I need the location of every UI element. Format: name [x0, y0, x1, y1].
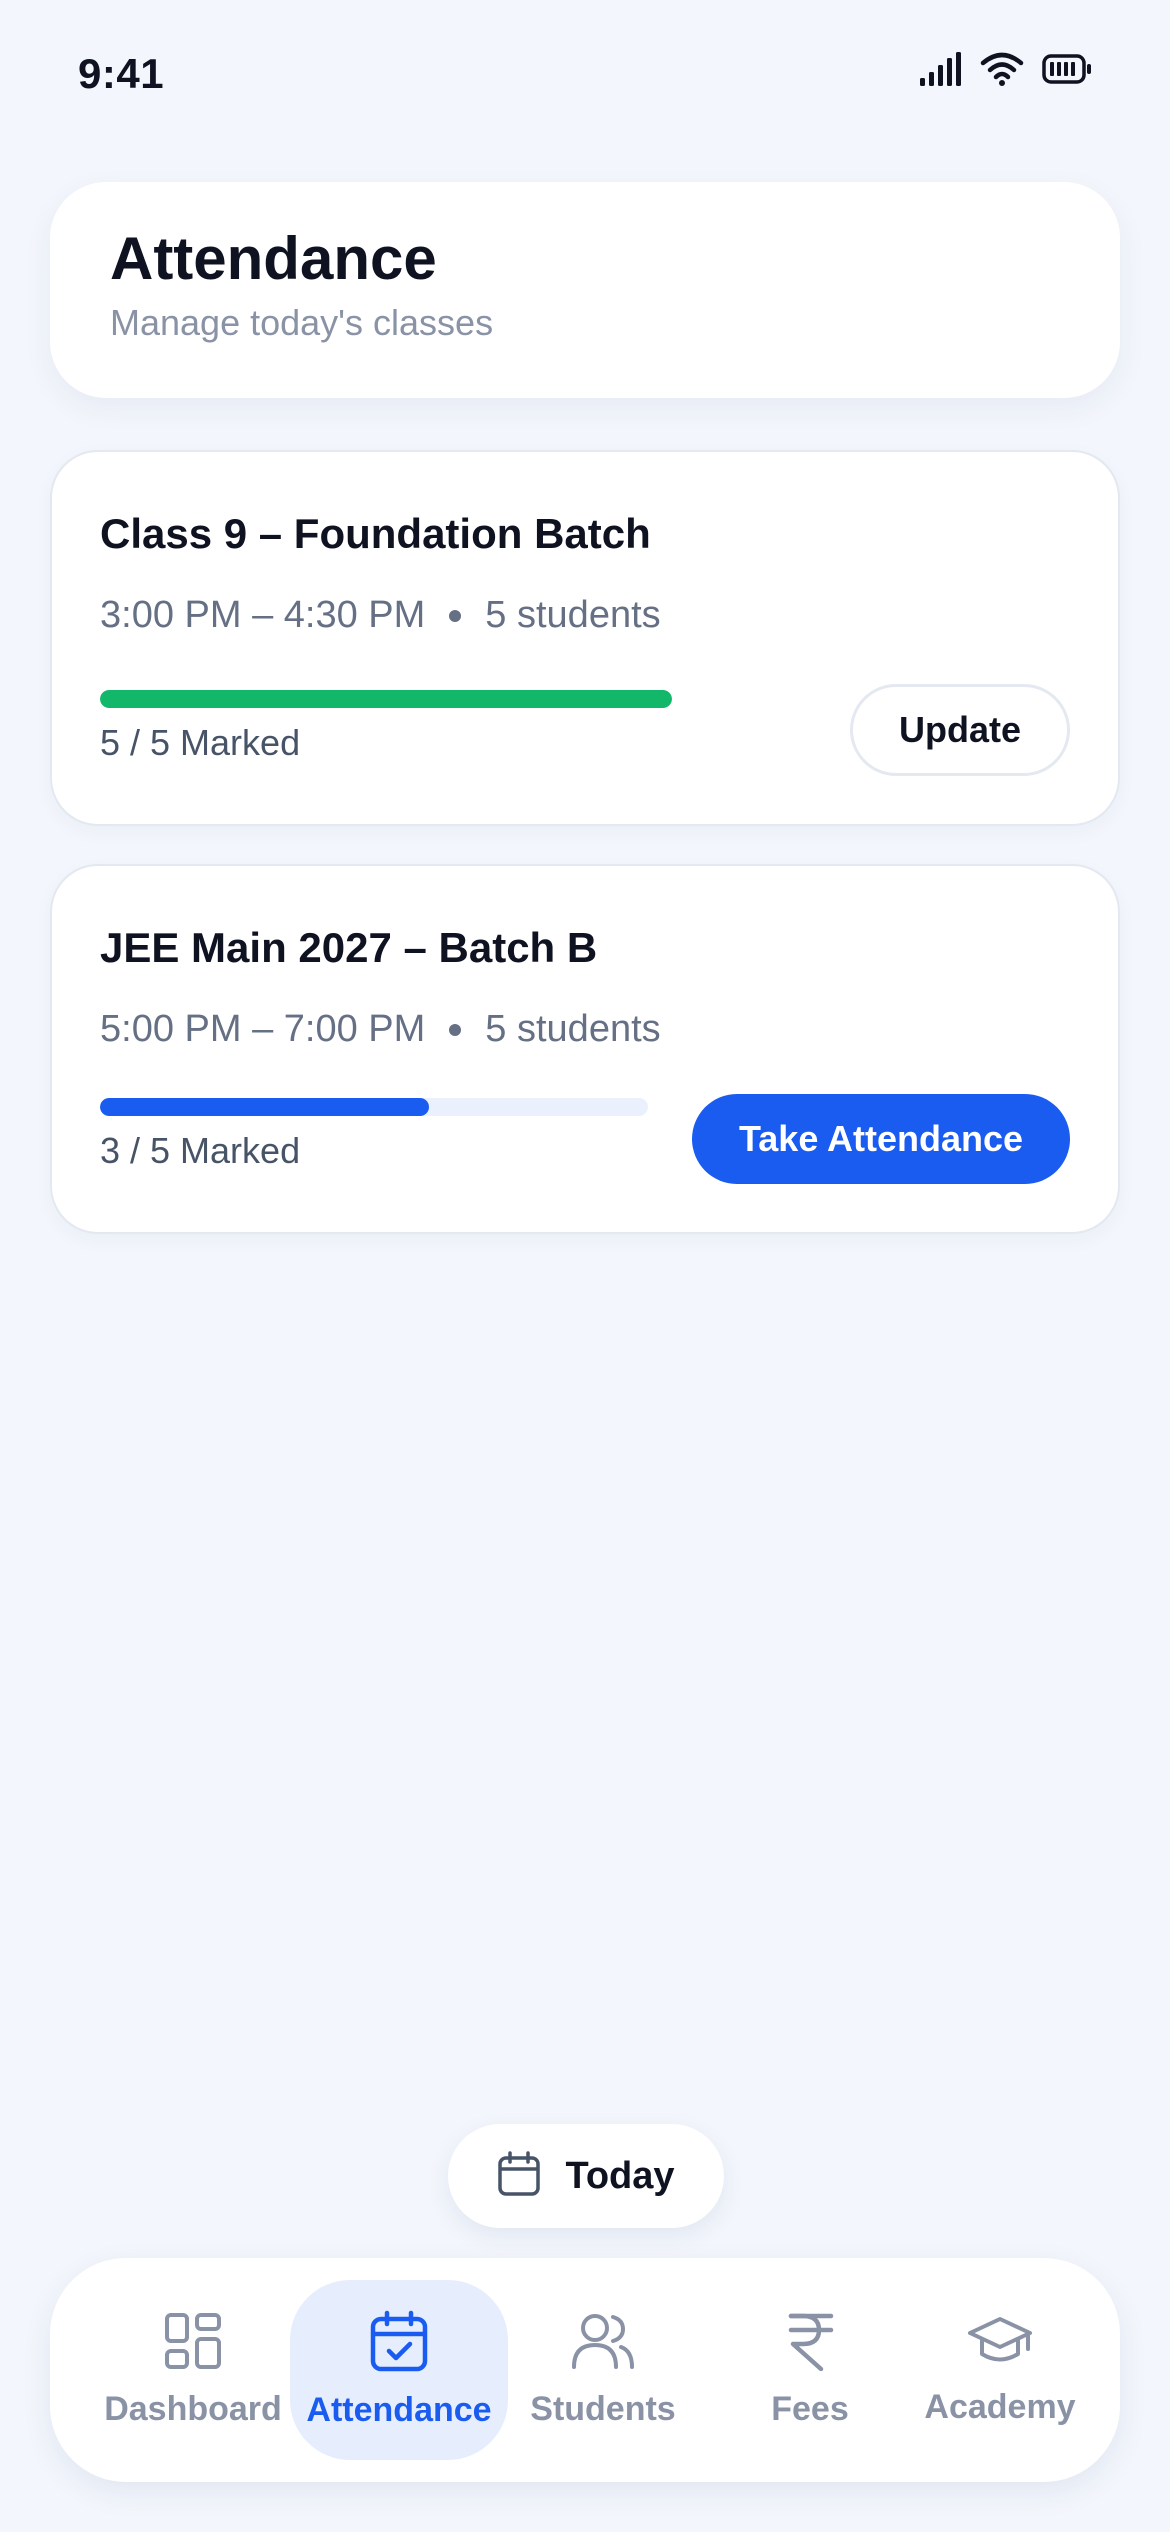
today-button[interactable]: Today — [448, 2124, 724, 2228]
nav-label: Academy — [924, 2388, 1076, 2426]
calendar-icon — [497, 2150, 541, 2202]
status-icons — [918, 52, 1092, 86]
class-student-count: 5 students — [485, 594, 661, 636]
rupee-icon — [785, 2311, 835, 2376]
wifi-icon — [980, 52, 1024, 86]
class-time: 5:00 PM – 7:00 PM — [100, 1008, 426, 1050]
class-card[interactable]: JEE Main 2027 – Batch B 5:00 PM – 7:00 P… — [50, 864, 1120, 1234]
marked-count: 5 / 5 Marked — [100, 722, 301, 763]
class-card[interactable]: Class 9 – Foundation Batch 3:00 PM – 4:3… — [50, 450, 1120, 826]
class-meta: 3:00 PM – 4:30 PM 5 students — [100, 594, 661, 637]
page-subtitle: Manage today's classes — [110, 302, 494, 343]
nav-item-students[interactable]: Students — [502, 2280, 704, 2460]
nav-label: Attendance — [306, 2391, 492, 2429]
attendance-progress-bar — [100, 1098, 648, 1116]
separator-dot-icon — [449, 1023, 462, 1036]
graduation-cap-icon — [968, 2313, 1032, 2374]
class-title: Class 9 – Foundation Batch — [100, 510, 651, 557]
grid-icon — [163, 2311, 223, 2376]
nav-item-dashboard[interactable]: Dashboard — [84, 2280, 302, 2460]
bottom-nav: Dashboard Attendance Students Fees Acade… — [50, 2258, 1120, 2482]
separator-dot-icon — [449, 609, 462, 622]
nav-item-fees[interactable]: Fees — [722, 2280, 898, 2460]
today-label: Today — [565, 2154, 675, 2197]
nav-item-academy[interactable]: Academy — [902, 2280, 1098, 2460]
battery-icon — [1042, 54, 1092, 84]
attendance-progress-bar — [100, 690, 672, 708]
attendance-progress-fill — [100, 1098, 429, 1116]
calendar-check-icon — [369, 2310, 429, 2377]
nav-label: Fees — [771, 2390, 849, 2428]
take-attendance-button[interactable]: Take Attendance — [692, 1094, 1070, 1184]
class-student-count: 5 students — [485, 1008, 661, 1050]
nav-label: Dashboard — [104, 2390, 282, 2428]
header-card: Attendance Manage today's classes — [50, 182, 1120, 398]
page-title: Attendance — [110, 225, 437, 292]
class-title: JEE Main 2027 – Batch B — [100, 924, 598, 971]
class-meta: 5:00 PM – 7:00 PM 5 students — [100, 1008, 661, 1051]
cellular-signal-icon — [918, 52, 962, 86]
nav-label: Students — [530, 2390, 676, 2428]
marked-count: 3 / 5 Marked — [100, 1130, 301, 1171]
nav-item-attendance[interactable]: Attendance — [290, 2280, 508, 2460]
status-bar: 9:41 — [0, 0, 1170, 150]
class-time: 3:00 PM – 4:30 PM — [100, 594, 426, 636]
update-button[interactable]: Update — [850, 684, 1070, 776]
users-icon — [571, 2311, 635, 2376]
status-time: 9:41 — [78, 50, 165, 97]
attendance-progress-fill — [100, 690, 672, 708]
